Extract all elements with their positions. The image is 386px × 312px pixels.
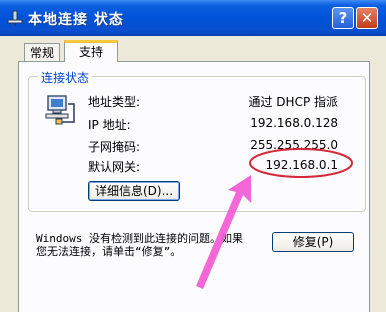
status-dialog: 本地连接 状态 ? ✕ 常规 支持 连接状态 地址类型: 通过 DHCP 指派 …: [0, 0, 386, 312]
close-button[interactable]: ✕: [356, 7, 378, 29]
connection-status-label: 连接状态: [38, 69, 93, 86]
ip-address-value: 192.168.0.128: [250, 116, 338, 130]
address-type-value: 通过 DHCP 指派: [248, 95, 338, 109]
subnet-mask-value: 255.255.255.0: [250, 138, 338, 152]
default-gateway-value: 192.168.0.1: [265, 158, 338, 172]
repair-message-line-2: 您无法连接，请单击“修复”。: [36, 245, 182, 258]
repair-button[interactable]: 修复(P): [272, 232, 354, 252]
tab-support[interactable]: 支持: [64, 40, 118, 62]
details-button[interactable]: 详细信息(D)...: [88, 181, 180, 201]
address-type-label: 地址类型:: [88, 95, 141, 109]
repair-message-line-1: Windows 没有检测到此连接的问题。如果: [36, 232, 243, 245]
network-computer-icon: [45, 95, 75, 125]
network-connection-icon: [7, 10, 23, 26]
help-button[interactable]: ?: [332, 7, 354, 29]
subnet-mask-label: 子网掩码:: [88, 140, 141, 154]
default-gateway-label: 默认网关:: [88, 160, 141, 174]
tab-general[interactable]: 常规: [24, 43, 60, 61]
title-bar[interactable]: 本地连接 状态 ? ✕: [0, 0, 386, 36]
ip-address-label: IP 地址:: [88, 118, 131, 132]
repair-message: Windows 没有检测到此连接的问题。如果 您无法连接，请单击“修复”。: [36, 232, 258, 258]
window-title: 本地连接 状态: [28, 12, 124, 28]
